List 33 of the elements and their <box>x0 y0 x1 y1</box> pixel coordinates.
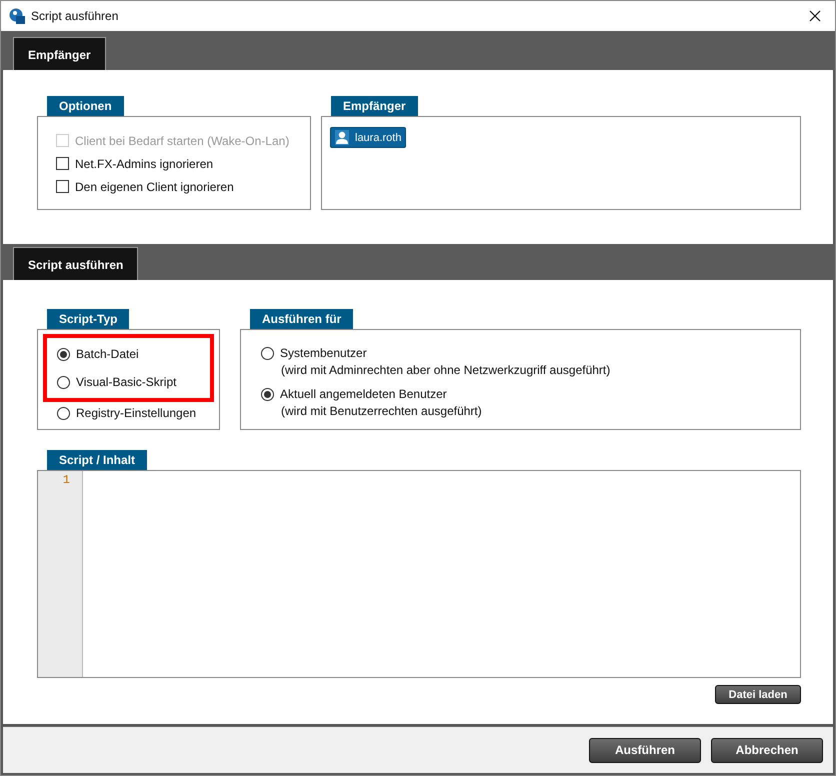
dialog-button[interactable]: Abbrechen <box>711 738 823 762</box>
group-label: Script-Typ <box>47 309 130 329</box>
checkbox-label: Client bei Bedarf starten (Wake-On-Lan) <box>75 134 290 148</box>
option-note: (wird mit Benutzerrechten ausgeführt) <box>280 403 483 420</box>
line-number: 1 <box>62 473 71 487</box>
radio-label: Registry-Einstellungen <box>76 406 196 420</box>
radio-label: Aktuell angemeldeten Benutzer <box>280 387 447 401</box>
section-tab[interactable]: Script ausführen <box>13 247 138 280</box>
group-label: Ausführen für <box>250 309 354 329</box>
user-icon <box>335 130 349 145</box>
radio-button[interactable] <box>57 376 70 388</box>
group-label: Script / Inhalt <box>47 450 148 470</box>
group-label: Optionen <box>47 96 124 116</box>
radio-label: Visual-Basic-Skript <box>76 375 176 389</box>
group-label: Empfänger <box>331 96 418 116</box>
load-file-button[interactable]: Datei laden <box>715 685 801 704</box>
radio-label: Batch-Datei <box>76 347 139 361</box>
checkbox-label: Net.FX-Admins ignorieren <box>75 156 214 170</box>
radio-button[interactable] <box>261 388 274 400</box>
radio-button[interactable] <box>261 346 274 360</box>
checkbox[interactable] <box>56 157 69 170</box>
dialog-button[interactable]: Ausführen <box>589 738 701 762</box>
recipient-chip[interactable]: laura.roth <box>330 127 406 148</box>
close-icon[interactable] <box>809 10 821 22</box>
radio-button[interactable] <box>57 406 70 420</box>
checkbox-label: Den eigenen Client ignorieren <box>75 180 234 194</box>
app-icon <box>9 8 25 24</box>
radio-label: Systembenutzer <box>280 346 367 360</box>
radio-button[interactable] <box>57 348 70 360</box>
section-tab[interactable]: Empfänger <box>13 37 106 70</box>
option-note: (wird mit Adminrechten aber ohne Netzwerkzugriff ausgeführt) <box>280 362 612 379</box>
window-title: Script ausführen <box>31 9 120 23</box>
checkbox[interactable] <box>56 180 69 193</box>
